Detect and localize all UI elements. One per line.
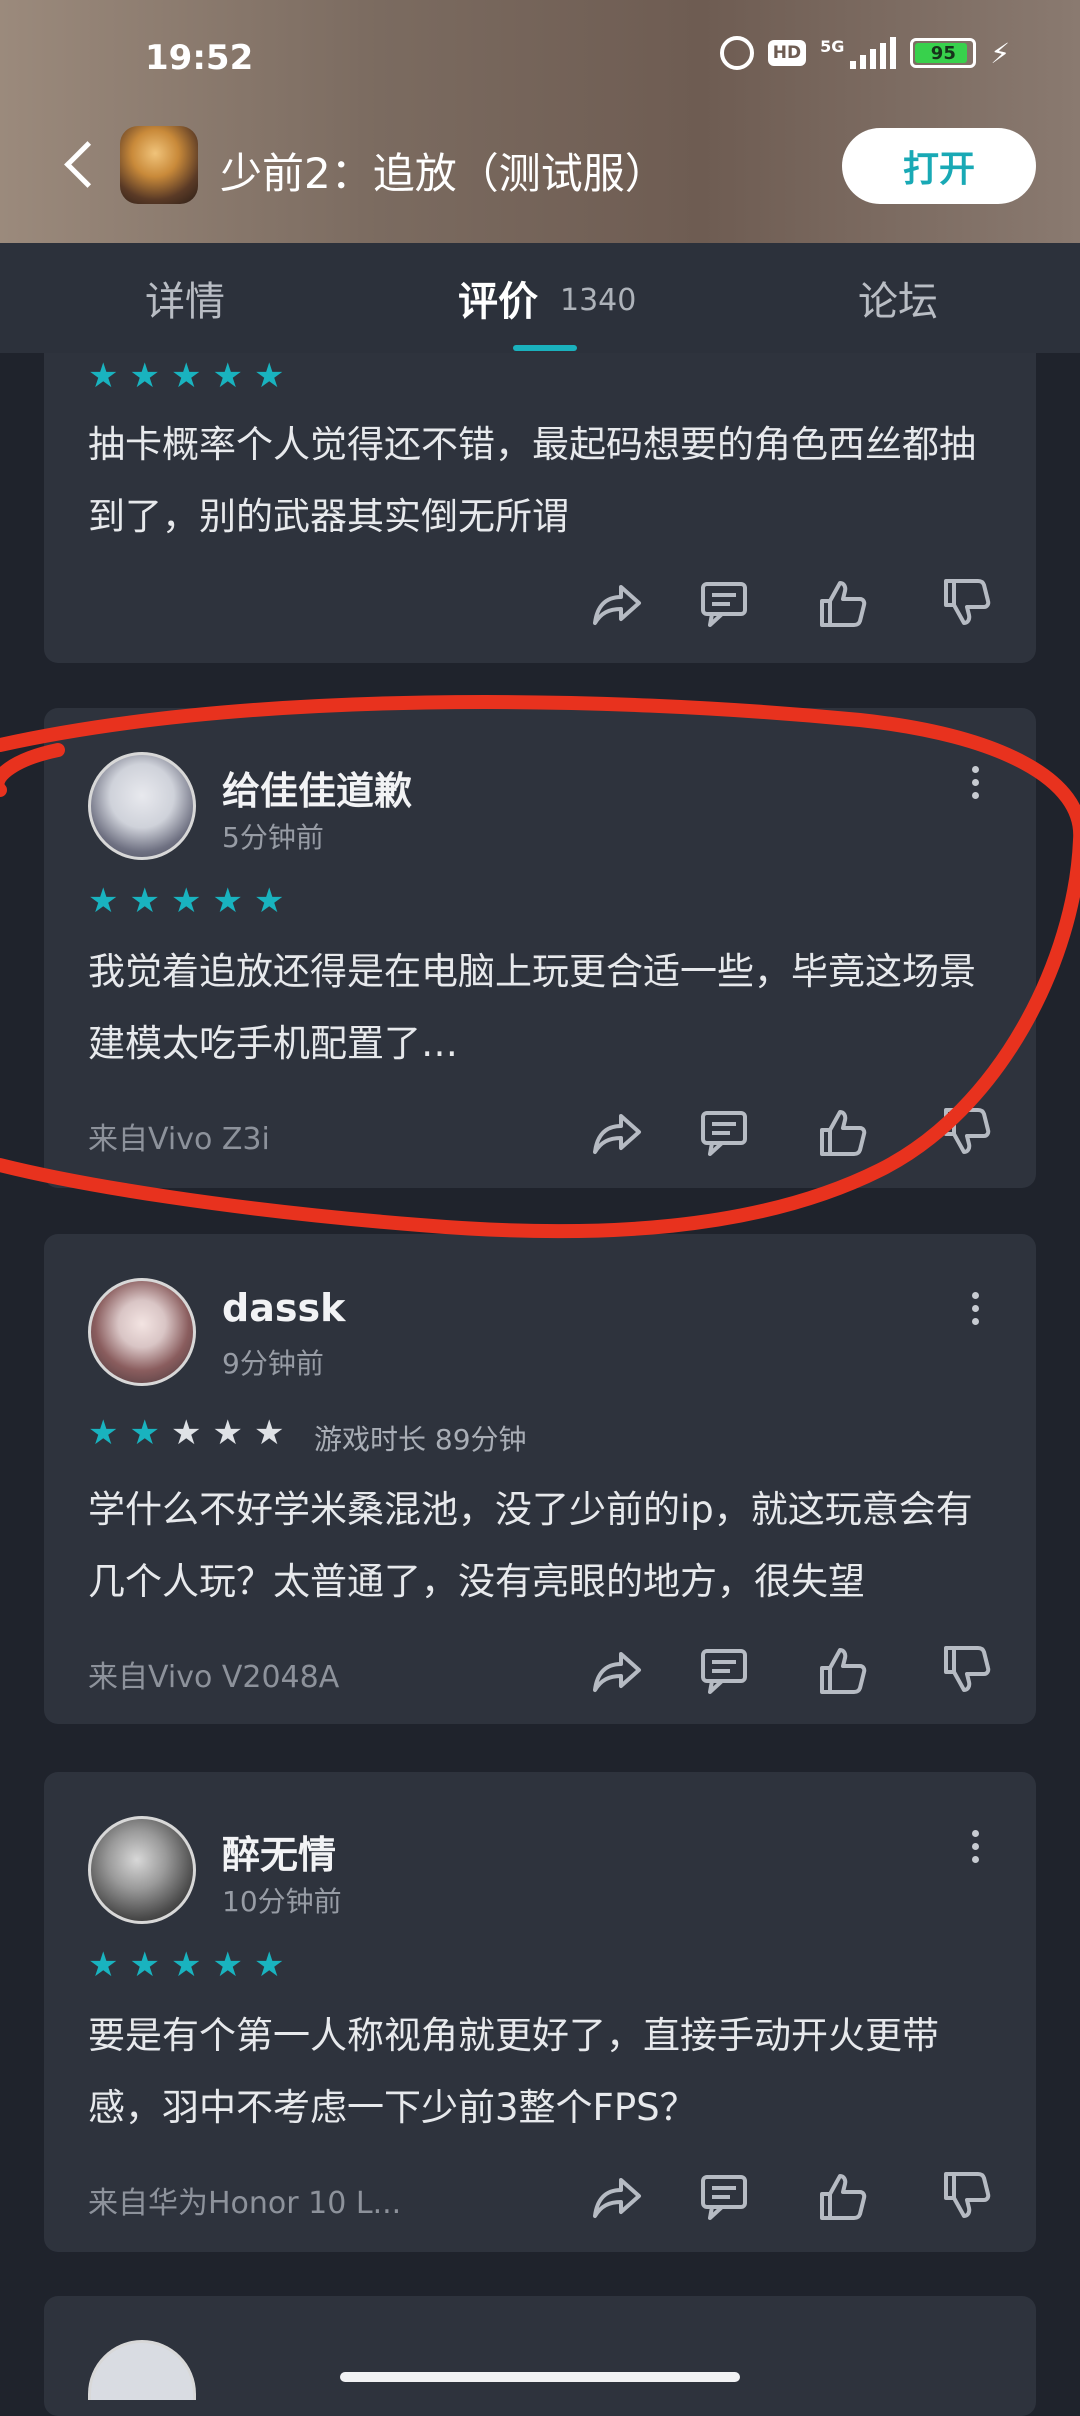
home-indicator[interactable] — [340, 2372, 740, 2382]
red-annotation-circle — [0, 695, 1080, 1239]
